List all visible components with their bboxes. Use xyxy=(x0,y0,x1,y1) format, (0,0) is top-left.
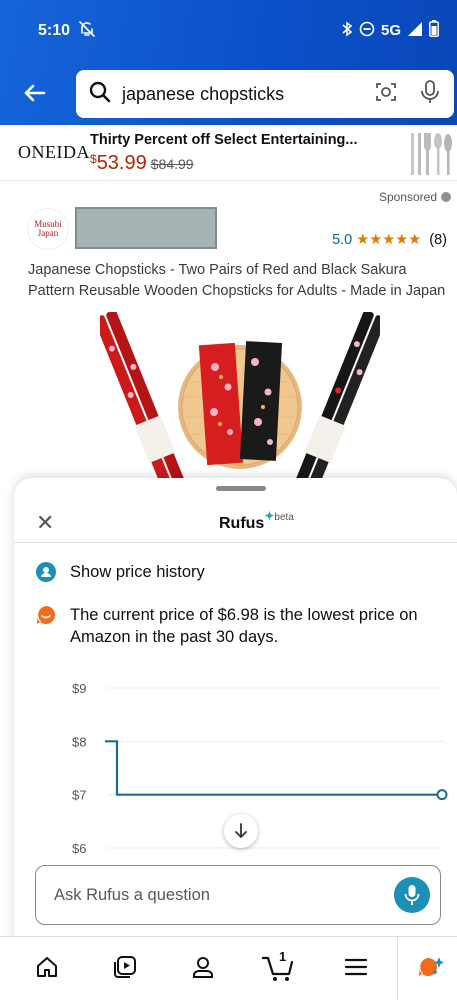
search-icon xyxy=(88,80,112,109)
ask-rufus-placeholder[interactable]: Ask Rufus a question xyxy=(54,886,394,905)
cart-icon[interactable]: 1 xyxy=(258,947,298,987)
microphone-icon xyxy=(404,885,420,905)
seller-logo[interactable]: Musubi Japan xyxy=(27,208,69,250)
sponsored-text: Sponsored xyxy=(378,190,437,204)
rufus-title-text: Rufus xyxy=(219,515,265,532)
y-tick-label: $9 xyxy=(72,681,86,696)
review-count: (8) xyxy=(429,232,447,248)
rufus-title: Rufus✦beta xyxy=(219,509,294,533)
status-bar: 5:10 5G xyxy=(0,0,457,60)
status-icons: 5G xyxy=(341,20,439,41)
ask-rufus-input[interactable]: Ask Rufus a question xyxy=(35,865,441,925)
notifications-off-icon xyxy=(78,20,96,43)
price-line xyxy=(105,740,442,796)
cutlery-image[interactable] xyxy=(405,131,455,182)
rufus-panel: ✕ Rufus✦beta Show price history The curr… xyxy=(14,478,457,1000)
ad-old-price: $84.99 xyxy=(150,156,194,172)
network-type: 5G xyxy=(380,22,401,39)
user-message-text: Show price history xyxy=(70,563,205,581)
sponsored-label[interactable]: Sponsored xyxy=(379,190,451,204)
user-message: Show price history xyxy=(36,561,205,583)
battery-icon xyxy=(429,20,439,41)
drag-handle[interactable] xyxy=(216,486,266,491)
account-icon[interactable] xyxy=(183,947,223,987)
user-avatar-icon xyxy=(36,562,56,582)
rufus-avatar-icon xyxy=(36,605,56,625)
search-bar[interactable]: japanese chopsticks xyxy=(76,70,454,118)
product-rating[interactable]: 5.0 ★★★★★ (8) xyxy=(332,232,447,248)
ad-title[interactable]: Thirty Percent off Select Entertaining..… xyxy=(90,132,358,148)
close-icon[interactable]: ✕ xyxy=(36,510,54,536)
rating-value: 5.0 xyxy=(332,232,353,248)
status-time: 5:10 xyxy=(38,22,71,39)
beta-label: beta xyxy=(274,512,294,523)
back-arrow-icon[interactable] xyxy=(20,78,50,108)
ad-price-currency: $ xyxy=(90,152,97,166)
camera-scan-icon[interactable] xyxy=(374,80,398,109)
bluetooth-icon xyxy=(341,20,353,41)
current-price-point[interactable] xyxy=(436,789,448,801)
menu-icon[interactable] xyxy=(336,947,376,987)
sparkle-icon: ✦ xyxy=(264,509,275,523)
info-icon[interactable] xyxy=(441,192,451,202)
video-icon[interactable] xyxy=(105,947,145,987)
home-icon[interactable] xyxy=(27,947,67,987)
cart-count: 1 xyxy=(279,949,287,964)
y-tick-label: $6 xyxy=(72,841,86,856)
redacted-seller-name xyxy=(75,207,217,249)
assistant-message-text: The current price of $6.98 is the lowest… xyxy=(70,606,418,646)
rufus-icon[interactable] xyxy=(410,947,450,987)
divider xyxy=(14,542,457,543)
scroll-down-button[interactable] xyxy=(224,814,258,848)
brand-logo[interactable]: ONEIDA xyxy=(18,142,90,163)
do-not-disturb-icon xyxy=(359,21,375,41)
ad-price: $53.99 $84.99 xyxy=(90,152,194,175)
app-header: 5:10 5G japanese chopsticks xyxy=(0,0,457,125)
y-tick-label: $7 xyxy=(72,788,86,803)
bottom-navigation: 1 xyxy=(0,936,457,1000)
signal-icon xyxy=(407,21,423,41)
ad-price-amount: 53.99 xyxy=(96,152,147,174)
rufus-nav-tab[interactable] xyxy=(397,937,457,1000)
product-image[interactable] xyxy=(94,310,386,494)
search-input[interactable]: japanese chopsticks xyxy=(122,84,374,105)
product-title[interactable]: Japanese Chopsticks - Two Pairs of Red a… xyxy=(28,260,453,302)
star-rating-icon: ★★★★★ xyxy=(356,232,422,248)
seller-logo-text-2: Japan xyxy=(37,228,59,238)
y-tick-label: $8 xyxy=(72,734,86,749)
voice-input-button[interactable] xyxy=(394,877,430,913)
assistant-message: The current price of $6.98 is the lowest… xyxy=(36,604,446,648)
microphone-icon[interactable] xyxy=(420,79,440,110)
